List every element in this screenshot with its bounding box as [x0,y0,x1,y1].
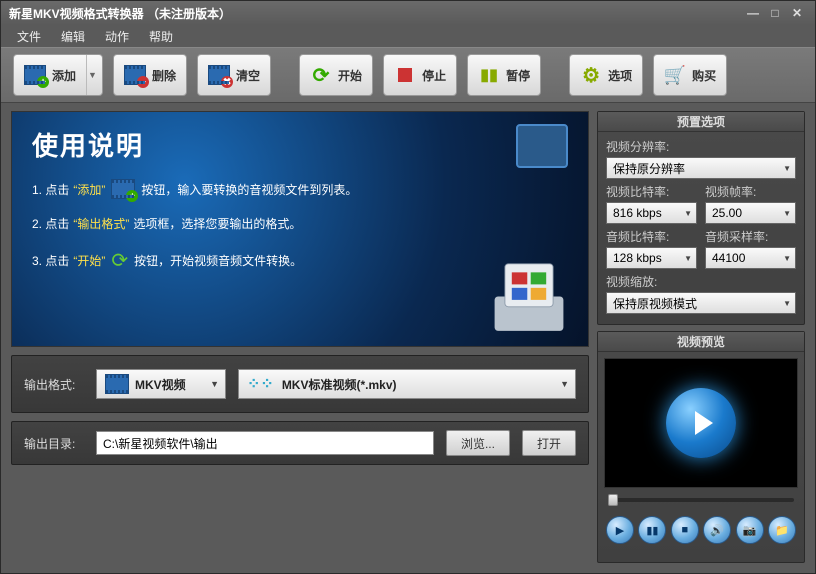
video-preview-area [604,358,798,488]
guide-title: 使用说明 [32,126,568,163]
mute-button[interactable]: 🔊 [703,516,731,544]
output-profile-select[interactable]: ⁘⁘ MKV标准视频(*.mkv) ▼ [238,369,576,399]
refresh-icon: ⟳ [310,64,332,86]
browse-button[interactable]: 浏览... [446,430,510,456]
delete-button[interactable]: − 删除 [113,54,187,96]
film-delete-icon: − [124,64,146,86]
disc-decor-icon [486,250,572,336]
video-resolution-label: 视频分辨率: [606,138,796,155]
options-button[interactable]: ⚙ 选项 [569,54,643,96]
stop-button[interactable]: ■ [671,516,699,544]
guide-panel: 使用说明 1. 点击“添加” + 按钮，输入要转换的音视频文件到列表。 2. 点… [11,111,589,347]
open-button[interactable]: 打开 [522,430,576,456]
close-button[interactable]: ✕ [787,5,807,21]
preset-panel: 预置选项 视频分辨率: 保持原分辨率▼ 视频比特率: 816 kbps▼ 视频帧… [597,111,805,325]
audio-bitrate-label: 音频比特率: [606,228,697,245]
play-overlay-icon[interactable] [666,388,736,458]
preset-header: 预置选项 [598,112,804,132]
film-add-icon: + [111,179,135,199]
title-bar: 新星MKV视频格式转换器 （未注册版本） — □ ✕ [1,1,815,25]
guide-step-2: 2. 点击“输出格式”选项框，选择您要输出的格式。 [32,215,568,232]
seek-slider[interactable] [604,492,798,508]
buy-button[interactable]: 🛒 购买 [653,54,727,96]
audio-samplerate-select[interactable]: 44100▼ [705,247,796,269]
pause-icon: ▮▮ [478,64,500,86]
film-clear-icon: ✖ [208,64,230,86]
menu-help[interactable]: 帮助 [139,26,183,47]
film-decor-icon [516,124,568,168]
start-button[interactable]: ⟳ 开始 [299,54,373,96]
audio-bitrate-select[interactable]: 128 kbps▼ [606,247,697,269]
menu-file[interactable]: 文件 [7,26,51,47]
video-preview-header: 视频预览 [598,332,804,352]
video-resolution-select[interactable]: 保持原分辨率▼ [606,157,796,179]
output-format-label: 输出格式: [24,376,84,393]
pause-button[interactable]: ▮▮ [638,516,666,544]
audio-samplerate-label: 音频采样率: [705,228,796,245]
video-scale-select[interactable]: 保持原视频模式▼ [606,292,796,314]
guide-step-1: 1. 点击“添加” + 按钮，输入要转换的音视频文件到列表。 [32,179,568,199]
film-add-icon: + [24,64,46,86]
gear-icon: ⚙ [580,64,602,86]
film-icon [105,374,129,394]
output-category-select[interactable]: MKV视频 ▼ [96,369,226,399]
maximize-button[interactable]: □ [765,5,785,21]
player-controls: ▶ ▮▮ ■ 🔊 📷 📁 [604,512,798,546]
dots-icon: ⁘⁘ [247,374,274,394]
menu-edit[interactable]: 编辑 [51,26,95,47]
video-fps-label: 视频帧率: [705,183,796,200]
stop-button[interactable]: 停止 [383,54,457,96]
pause-button[interactable]: ▮▮ 暂停 [467,54,541,96]
minimize-button[interactable]: — [743,5,763,21]
chevron-down-icon: ▼ [86,55,98,95]
video-bitrate-select[interactable]: 816 kbps▼ [606,202,697,224]
play-button[interactable]: ▶ [606,516,634,544]
stop-icon [394,64,416,86]
refresh-icon: ⟳ [111,248,128,273]
menu-action[interactable]: 动作 [95,26,139,47]
clear-button[interactable]: ✖ 清空 [197,54,271,96]
output-dir-label: 输出目录: [24,435,84,452]
video-fps-select[interactable]: 25.00▼ [705,202,796,224]
output-dir-input[interactable] [96,431,434,455]
output-dir-row: 输出目录: 浏览... 打开 [11,421,589,465]
video-bitrate-label: 视频比特率: [606,183,697,200]
cart-icon: 🛒 [664,64,686,86]
snapshot-button[interactable]: 📷 [736,516,764,544]
toolbar: + 添加 ▼ − 删除 ✖ 清空 ⟳ 开始 停止 ▮▮ 暂停 ⚙ 选项 🛒 购买 [1,47,815,103]
add-button[interactable]: + 添加 ▼ [13,54,103,96]
video-scale-label: 视频缩放: [606,273,796,290]
chevron-down-icon: ▼ [210,379,219,389]
output-format-row: 输出格式: MKV视频 ▼ ⁘⁘ MKV标准视频(*.mkv) ▼ [11,355,589,413]
chevron-down-icon: ▼ [560,379,569,389]
video-preview-panel: 视频预览 ▶ ▮▮ ■ 🔊 📷 📁 [597,331,805,563]
app-title: 新星MKV视频格式转换器 （未注册版本） [9,5,231,22]
folder-button[interactable]: 📁 [768,516,796,544]
menu-bar: 文件 编辑 动作 帮助 [1,25,815,47]
